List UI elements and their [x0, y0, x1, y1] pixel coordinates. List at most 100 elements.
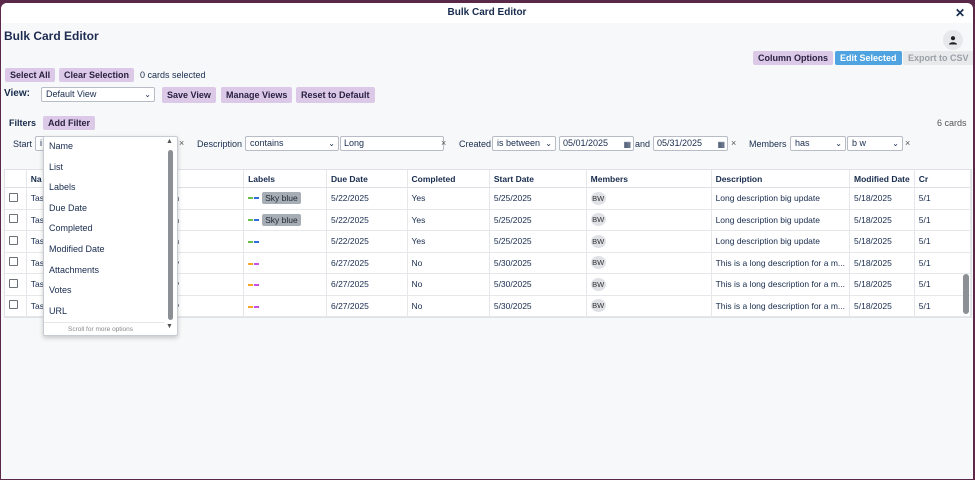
row-checkbox[interactable] — [9, 214, 18, 224]
cell-completed[interactable]: No — [407, 252, 490, 274]
cell-labels[interactable]: Sky blue — [243, 209, 327, 231]
header-modified-date[interactable]: Modified Date — [849, 170, 915, 188]
members-operator-select[interactable]: has ⌄ — [790, 136, 846, 151]
remove-start-filter[interactable]: × — [179, 138, 184, 148]
cell-completed[interactable]: No — [407, 273, 490, 296]
scroll-up-icon[interactable]: ▲ — [166, 138, 173, 145]
dropdown-item[interactable]: Name — [49, 141, 73, 151]
dropdown-item[interactable]: Modified Date — [49, 244, 105, 254]
cell-modified-date[interactable]: 5/18/2025 — [849, 295, 915, 317]
header-members[interactable]: Members — [586, 170, 712, 188]
cell-members[interactable]: BW — [586, 295, 712, 317]
cell-due-date[interactable]: 5/22/2025 — [326, 230, 408, 253]
cell-modified-date[interactable]: 5/18/2025 — [849, 187, 915, 210]
export-csv-button[interactable]: Export to CSV — [903, 51, 973, 65]
remove-description-filter[interactable]: × — [441, 138, 446, 148]
cell-completed[interactable]: Yes — [407, 230, 490, 253]
dropdown-scrollbar[interactable] — [168, 150, 173, 320]
row-checkbox[interactable] — [9, 192, 18, 202]
header-completed[interactable]: Completed — [407, 170, 490, 188]
cell-description[interactable]: This is a long description for a m... — [711, 252, 851, 274]
dropdown-item[interactable]: URL — [49, 306, 67, 316]
cell-start-date[interactable]: 5/30/2025 — [489, 273, 587, 296]
user-avatar-button[interactable] — [943, 30, 963, 50]
row-checkbox[interactable] — [9, 278, 18, 288]
created-operator-select[interactable]: is between ⌄ — [492, 136, 556, 151]
dropdown-item[interactable]: Attachments — [49, 265, 99, 275]
row-checkbox[interactable] — [9, 300, 18, 310]
cell-description[interactable]: Long description big update — [711, 209, 851, 231]
description-filter-input[interactable]: Long — [340, 136, 444, 151]
cell-members[interactable]: BW — [586, 230, 712, 253]
cell-due-date[interactable]: 5/22/2025 — [326, 209, 408, 231]
cell-completed[interactable]: Yes — [407, 209, 490, 231]
manage-views-button[interactable]: Manage Views — [221, 87, 293, 103]
cell-labels[interactable]: Sky blue — [243, 187, 327, 210]
cell-completed[interactable]: Yes — [407, 187, 490, 210]
header-start-date[interactable]: Start Date — [489, 170, 587, 188]
row-checkbox[interactable] — [9, 235, 18, 245]
header-created[interactable]: Cr — [914, 170, 971, 188]
cell-due-date[interactable]: 6/27/2025 — [326, 252, 408, 274]
cell-created[interactable]: 5/1 — [914, 187, 971, 210]
created-from-value: 05/01/2025 — [563, 138, 609, 148]
cell-start-date[interactable]: 5/30/2025 — [489, 252, 587, 274]
cell-modified-date[interactable]: 5/18/2025 — [849, 209, 915, 231]
header-select — [5, 170, 27, 188]
save-view-button[interactable]: Save View — [162, 87, 216, 103]
header-due-date[interactable]: Due Date — [326, 170, 408, 188]
edit-selected-button[interactable]: Edit Selected — [835, 51, 902, 65]
cell-start-date[interactable]: 5/25/2025 — [489, 230, 587, 253]
cell-labels[interactable] — [243, 252, 327, 274]
close-icon[interactable]: ✕ — [955, 3, 965, 23]
cell-description[interactable]: Long description big update — [711, 230, 851, 253]
cell-modified-date[interactable]: 5/18/2025 — [849, 273, 915, 296]
cell-members[interactable]: BW — [586, 187, 712, 210]
cell-completed[interactable]: No — [407, 295, 490, 317]
label-chip[interactable]: Sky blue — [262, 192, 301, 205]
created-to-date[interactable]: 05/31/2025 ▦ — [653, 136, 728, 151]
scroll-down-icon[interactable]: ▼ — [166, 323, 173, 330]
dropdown-item[interactable]: Due Date — [49, 203, 87, 213]
dropdown-item[interactable]: Votes — [49, 285, 72, 295]
remove-members-filter[interactable]: × — [905, 138, 910, 148]
view-select[interactable]: Default View ⌄ — [41, 87, 155, 102]
description-operator-select[interactable]: contains ⌄ — [245, 136, 339, 151]
cell-labels[interactable] — [243, 273, 327, 296]
dropdown-item[interactable]: Labels — [49, 182, 76, 192]
header-labels[interactable]: Labels — [243, 170, 327, 188]
cell-due-date[interactable]: 5/22/2025 — [326, 187, 408, 210]
members-value-select[interactable]: b w ⌄ — [847, 136, 903, 151]
cell-labels[interactable] — [243, 295, 327, 317]
label-chip[interactable]: Sky blue — [262, 213, 301, 226]
reset-default-button[interactable]: Reset to Default — [296, 87, 375, 103]
cell-due-date[interactable]: 6/27/2025 — [326, 273, 408, 296]
column-options-button[interactable]: Column Options — [753, 51, 833, 65]
remove-created-filter[interactable]: × — [731, 138, 736, 148]
cell-description[interactable]: Long description big update — [711, 187, 851, 210]
clear-selection-button[interactable]: Clear Selection — [59, 68, 135, 82]
cell-start-date[interactable]: 5/25/2025 — [489, 187, 587, 210]
created-from-date[interactable]: 05/01/2025 ▦ — [559, 136, 634, 151]
dropdown-item[interactable]: Completed — [49, 223, 93, 233]
select-all-button[interactable]: Select All — [5, 68, 56, 82]
cell-description[interactable]: This is a long description for a m... — [711, 295, 851, 317]
cell-labels[interactable] — [243, 230, 327, 253]
cell-members[interactable]: BW — [586, 252, 712, 274]
row-checkbox[interactable] — [9, 257, 18, 267]
cell-created[interactable]: 5/1 — [914, 230, 971, 253]
table-scrollbar[interactable] — [963, 274, 969, 314]
cell-start-date[interactable]: 5/30/2025 — [489, 295, 587, 317]
cell-due-date[interactable]: 6/27/2025 — [326, 295, 408, 317]
cell-description[interactable]: This is a long description for a m... — [711, 273, 851, 296]
cell-created[interactable]: 5/1 — [914, 209, 971, 231]
cell-created[interactable]: 5/1 — [914, 252, 971, 274]
cell-members[interactable]: BW — [586, 209, 712, 231]
add-filter-button[interactable]: Add Filter — [43, 116, 95, 130]
header-description[interactable]: Description — [711, 170, 851, 188]
cell-members[interactable]: BW — [586, 273, 712, 296]
cell-start-date[interactable]: 5/25/2025 — [489, 209, 587, 231]
cell-modified-date[interactable]: 5/18/2025 — [849, 230, 915, 253]
dropdown-item[interactable]: List — [49, 162, 63, 172]
cell-modified-date[interactable]: 5/18/2025 — [849, 252, 915, 274]
